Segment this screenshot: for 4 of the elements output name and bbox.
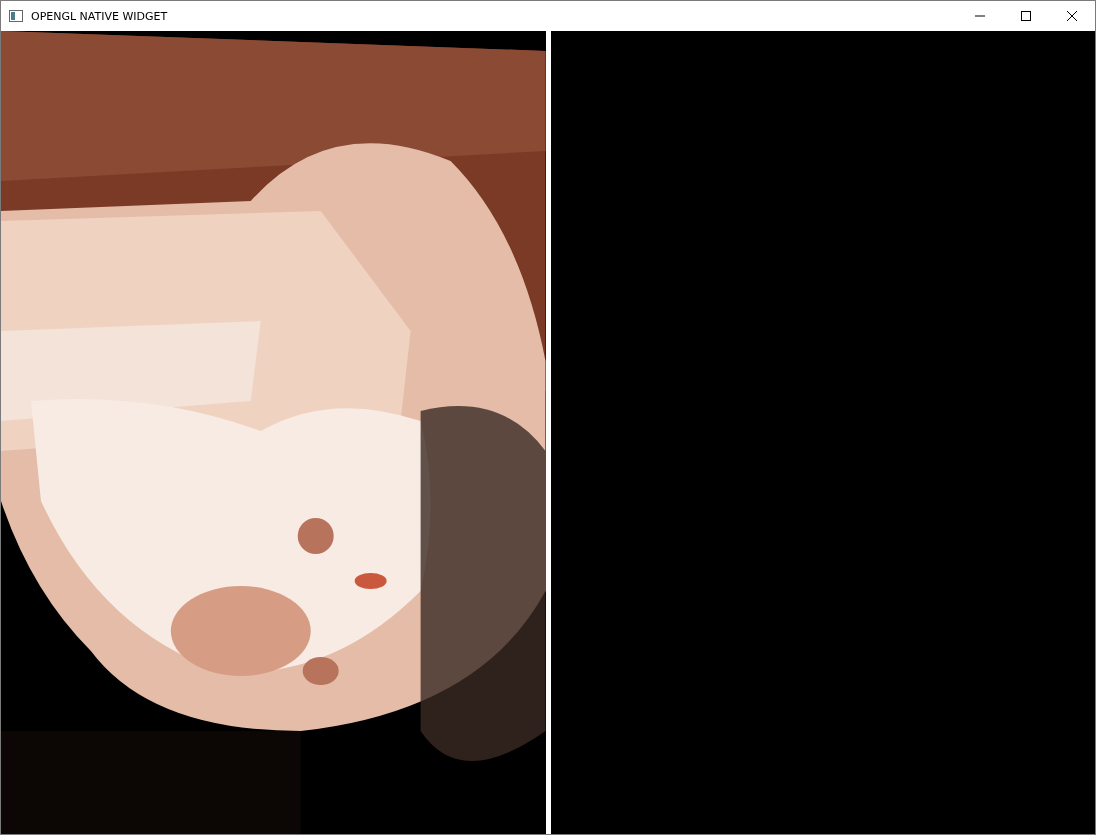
app-icon	[9, 10, 23, 22]
window-title: OPENGL NATIVE WIDGET	[31, 9, 169, 23]
maximize-icon	[1021, 11, 1031, 21]
close-icon	[1067, 11, 1077, 21]
